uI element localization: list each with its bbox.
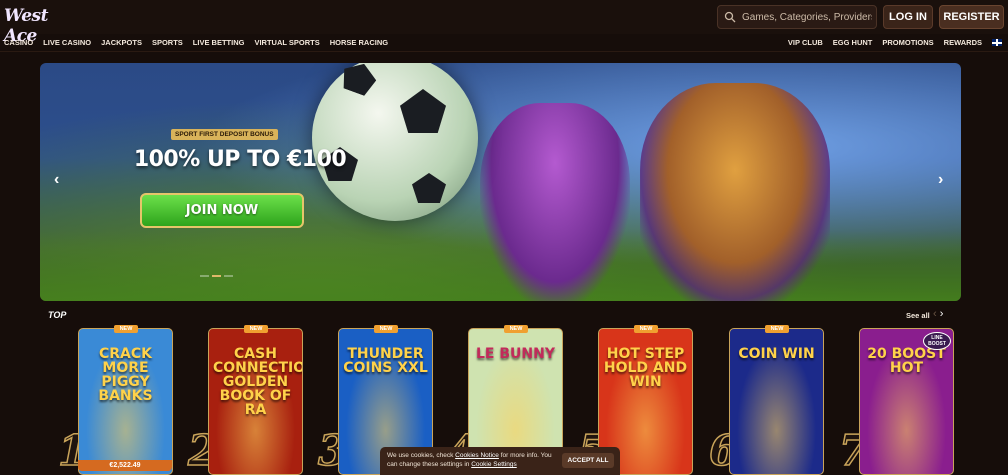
game-title: HOT STEP HOLD AND WIN bbox=[603, 346, 688, 390]
nav-vip-club[interactable]: VIP CLUB bbox=[788, 38, 823, 47]
chevron-left-icon[interactable]: ‹ bbox=[54, 171, 59, 189]
nav-jackpots[interactable]: JACKPOTS bbox=[101, 38, 142, 47]
nav-live-betting[interactable]: LIVE BETTING bbox=[193, 38, 245, 47]
slide-dot-active[interactable] bbox=[212, 275, 221, 277]
new-badge: NEW bbox=[114, 325, 138, 333]
game-title: CRACK MORE PIGGY BANKS bbox=[98, 346, 153, 404]
search-input[interactable] bbox=[742, 11, 872, 23]
new-badge: LINE BOOST bbox=[923, 332, 951, 350]
nav-rewards[interactable]: REWARDS bbox=[944, 38, 982, 47]
carousel-arrows: ‹ › bbox=[933, 308, 943, 320]
register-button[interactable]: REGISTER bbox=[939, 5, 1004, 29]
new-badge: NEW bbox=[244, 325, 268, 333]
login-button[interactable]: LOG IN bbox=[883, 5, 933, 29]
hero-banner[interactable]: SPORT FIRST DEPOSIT BONUS 100% UP TO €10… bbox=[40, 63, 961, 301]
game-title: LE BUNNY bbox=[476, 346, 555, 362]
new-badge: NEW bbox=[374, 325, 398, 333]
nav-egg-hunt[interactable]: EGG HUNT bbox=[833, 38, 873, 47]
game-title: CASH CONNECTION GOLDEN BOOK OF RA bbox=[213, 346, 302, 418]
new-badge: NEW bbox=[634, 325, 658, 333]
nav-horse-racing[interactable]: HORSE RACING bbox=[330, 38, 388, 47]
game-tile[interactable]: CASH CONNECTION GOLDEN BOOK OF RA bbox=[208, 328, 303, 475]
nav-sports[interactable]: SPORTS bbox=[152, 38, 183, 47]
banner-football bbox=[312, 63, 478, 221]
accept-all-button[interactable]: ACCEPT ALL bbox=[562, 453, 614, 468]
see-all-link[interactable]: See all bbox=[906, 311, 930, 320]
slide-indicators bbox=[200, 275, 233, 277]
join-now-button[interactable]: JOIN NOW bbox=[140, 193, 304, 228]
slide-dot[interactable] bbox=[200, 275, 209, 277]
jackpot-amount: €2,522.49 bbox=[78, 460, 172, 471]
banner-headline: 100% UP TO €100 bbox=[133, 147, 347, 172]
uk-flag-icon[interactable] bbox=[992, 39, 1002, 46]
banner-player-woman bbox=[480, 103, 630, 301]
new-badge: NEW bbox=[765, 325, 789, 333]
game-title: COIN WIN bbox=[738, 346, 815, 362]
game-title: THUNDER COINS XXL bbox=[343, 346, 428, 376]
promo-badge: SPORT FIRST DEPOSIT BONUS bbox=[171, 129, 278, 140]
top-bar: West Ace LOG IN REGISTER bbox=[0, 0, 1008, 46]
cookie-text: We use cookies, check Cookies Notice for… bbox=[387, 452, 552, 468]
cookies-notice-link[interactable]: Cookies Notice bbox=[455, 452, 499, 459]
search-bar[interactable] bbox=[717, 5, 877, 29]
slide-dot[interactable] bbox=[224, 275, 233, 277]
main-nav: CASINO LIVE CASINO JACKPOTS SPORTS LIVE … bbox=[0, 34, 1008, 52]
chevron-right-icon[interactable]: › bbox=[940, 308, 944, 320]
game-title: 20 BOOST HOT bbox=[867, 346, 946, 376]
new-badge: NEW bbox=[504, 325, 528, 333]
nav-promotions[interactable]: PROMOTIONS bbox=[882, 38, 933, 47]
cookie-settings-link[interactable]: Cookie Settings bbox=[471, 461, 517, 468]
logo[interactable]: West Ace bbox=[4, 6, 72, 46]
banner-player-man bbox=[640, 83, 830, 301]
chevron-right-icon[interactable]: › bbox=[938, 171, 943, 189]
cookie-banner: We use cookies, check Cookies Notice for… bbox=[380, 447, 620, 475]
nav-virtual-sports[interactable]: VIRTUAL SPORTS bbox=[254, 38, 319, 47]
nav-live-casino[interactable]: LIVE CASINO bbox=[43, 38, 91, 47]
game-tile[interactable]: COIN WIN bbox=[729, 328, 824, 475]
search-icon bbox=[724, 11, 736, 23]
section-title: TOP bbox=[48, 310, 67, 320]
game-tile[interactable]: 20 BOOST HOT bbox=[859, 328, 954, 475]
game-tile[interactable]: CRACK MORE PIGGY BANKS bbox=[78, 328, 173, 475]
nav-casino[interactable]: CASINO bbox=[4, 38, 33, 47]
chevron-left-icon[interactable]: ‹ bbox=[933, 308, 937, 320]
